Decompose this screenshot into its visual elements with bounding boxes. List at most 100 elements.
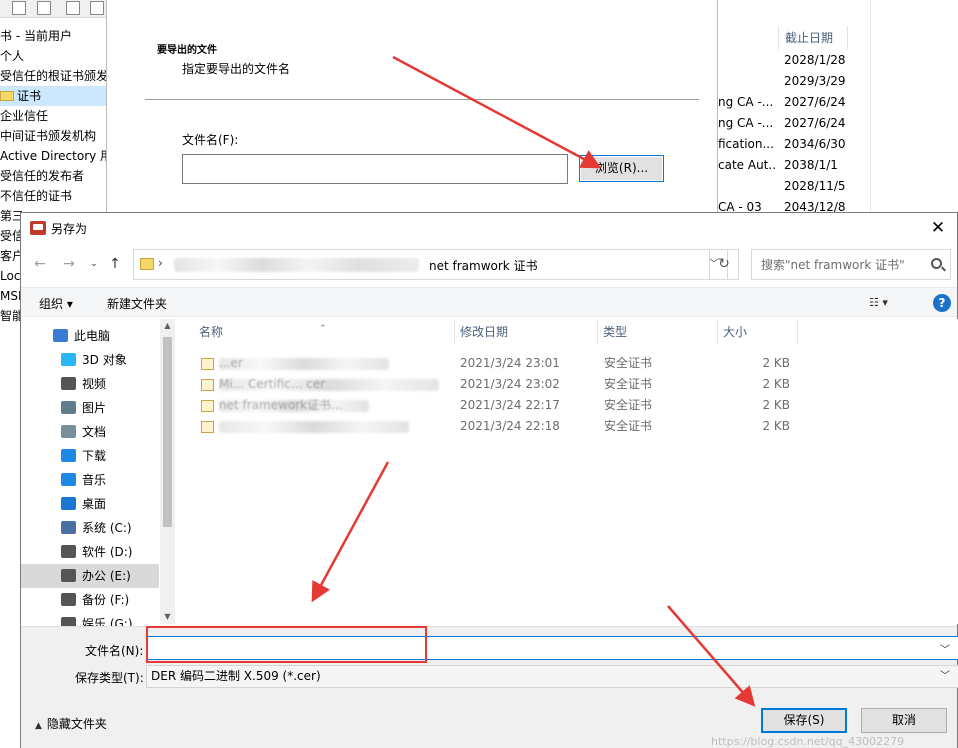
cancel-button[interactable]: 取消 [861, 708, 947, 733]
search-input[interactable] [752, 250, 922, 279]
refresh-icon[interactable]: ↻ [709, 249, 739, 280]
nav-item-label: 3D 对象 [82, 353, 127, 367]
nav-item[interactable]: 文档 [21, 420, 159, 444]
file-row[interactable]: ...er 2021/3/24 23:01 安全证书 2 KB [179, 353, 958, 374]
expiry-column-header[interactable]: 截止日期 [778, 26, 848, 50]
browse-button[interactable]: 浏览(R)... [579, 155, 664, 182]
drive-icon [61, 593, 76, 606]
recent-locations-chevron-icon[interactable]: ⌄ [83, 254, 105, 274]
copy-icon[interactable] [90, 1, 104, 15]
up-arrow-icon[interactable]: ↑ [104, 254, 126, 274]
column-divider[interactable] [797, 319, 798, 345]
file-row[interactable]: net framework证书... 2021/3/24 22:17 安全证书 2 K… [179, 395, 958, 416]
tree-item[interactable]: Loca [0, 266, 22, 286]
nav-item[interactable]: 音乐 [21, 468, 159, 492]
breadcrumb-separator-icon[interactable]: › [158, 256, 163, 270]
certificate-row[interactable]: 2028/11/5 [718, 176, 858, 197]
tree-item-label: 个人 [0, 49, 25, 63]
certificate-row[interactable]: 2029/3/29 [718, 71, 858, 92]
filename-dropdown-chevron-icon[interactable]: ﹀ [940, 641, 950, 656]
nav-item-label: 文档 [82, 425, 107, 439]
tree-item-label: 智能 [0, 309, 22, 323]
save-type-select[interactable]: DER 编码二进制 X.509 (*.cer) ﹀ [146, 665, 958, 688]
nav-item[interactable]: 3D 对象 [21, 348, 159, 372]
folder-icon [140, 258, 154, 270]
file-size: 2 KB [762, 356, 790, 370]
nav-item-label: 软件 (D:) [82, 545, 133, 559]
close-icon[interactable]: ✕ [925, 216, 951, 240]
nav-item[interactable]: 此电脑 [21, 324, 159, 348]
address-bar[interactable]: › net framwork 证书 ﹀ [133, 249, 728, 280]
tree-item-label: 不信任的证书 [0, 189, 73, 203]
scroll-down-icon[interactable]: ▼ [160, 610, 175, 624]
tree-item[interactable]: 智能 [0, 306, 22, 326]
list-icon[interactable] [37, 1, 51, 15]
view-options-icon[interactable]: ☷ ▾ [869, 296, 909, 311]
modified-column-header[interactable]: 修改日期 [454, 319, 597, 345]
tree-item[interactable]: 企业信任 [0, 106, 106, 126]
wizard-filename-label: 文件名(F): [182, 133, 239, 147]
certificate-export-wizard: 要导出的文件 指定要导出的文件名 文件名(F): 浏览(R)... [106, 0, 718, 214]
search-icon[interactable] [931, 258, 942, 269]
nav-item[interactable]: 办公 (E:) [21, 564, 159, 588]
tree-item[interactable]: Active Directory 用 [0, 146, 106, 166]
file-size: 2 KB [762, 377, 790, 391]
file-row[interactable]: Mi... Certific... cer 2021/3/24 23:02 安全证书… [179, 374, 958, 395]
expiry-cell: 2034/6/30 [784, 137, 846, 151]
save-type-chevron-icon[interactable]: ﹀ [940, 666, 950, 687]
watermark: https://blog.csdn.net/qq_43002279 [711, 735, 905, 748]
certificate-row[interactable]: fication... 2034/6/30 [718, 134, 858, 155]
wizard-heading: 要导出的文件 [157, 45, 217, 56]
save-button[interactable]: 保存(S) [761, 708, 847, 733]
certificate-row[interactable]: ng CA -... 2027/6/24 [718, 92, 858, 113]
nav-item[interactable]: 桌面 [21, 492, 159, 516]
tree-item[interactable]: 个人 [0, 46, 106, 66]
size-column-header[interactable]: 大小 [717, 319, 797, 345]
tree-item[interactable]: 受信 [0, 226, 22, 246]
nav-item[interactable]: 系统 (C:) [21, 516, 159, 540]
title-bar[interactable]: 另存为 ✕ [21, 213, 957, 243]
new-folder-button[interactable]: 新建文件夹 [107, 295, 167, 312]
back-arrow-icon[interactable]: ← [29, 254, 51, 274]
hide-folders-label: 隐藏文件夹 [46, 717, 107, 731]
tree-item-label: 受信 [0, 229, 22, 243]
breadcrumb-current[interactable]: net framwork 证书 [429, 257, 538, 274]
search-box[interactable] [751, 249, 951, 280]
cut-icon[interactable] [66, 1, 80, 15]
file-type: 安全证书 [604, 419, 653, 433]
nav-item[interactable]: 软件 (D:) [21, 540, 159, 564]
file-size: 2 KB [762, 419, 790, 433]
tree-item[interactable]: 不信任的证书 [0, 186, 106, 206]
tree-item-label: 企业信任 [0, 109, 49, 123]
nav-item[interactable]: 备份 (F:) [21, 588, 159, 612]
forward-arrow-icon[interactable]: → [58, 254, 80, 274]
wizard-filename-input[interactable] [182, 154, 568, 184]
organize-menu[interactable]: 组织 ▾ [39, 295, 73, 312]
tree-item-label: 受信任的根证书颁发 [0, 69, 106, 83]
nav-item[interactable]: 视频 [21, 372, 159, 396]
nav-item[interactable]: 下载 [21, 444, 159, 468]
tree-item[interactable]: 第三 [0, 206, 22, 226]
nav-scrollbar[interactable]: ▲ ▼ [160, 319, 175, 624]
scroll-thumb[interactable] [163, 337, 172, 527]
certificate-row[interactable]: 2028/1/28 [718, 50, 858, 71]
save-as-dialog: 另存为 ✕ ← → ⌄ ↑ › net framwork 证书 ﹀ ↻ 组织 ▾… [20, 212, 958, 748]
nav-item[interactable]: 图片 [21, 396, 159, 420]
certificate-row[interactable]: ng CA -... 2027/6/24 [718, 113, 858, 134]
hide-folders-toggle[interactable]: ▲ 隐藏文件夹 [35, 715, 107, 732]
type-column-header[interactable]: 类型 [597, 319, 717, 345]
tree-item[interactable]: MSI [0, 286, 22, 306]
properties-icon[interactable] [12, 1, 26, 15]
file-row[interactable]: 2021/3/24 22:18 安全证书 2 KB [179, 416, 958, 437]
tree-item[interactable]: 受信任的发布者 [0, 166, 106, 186]
certificate-row[interactable]: cate Aut... 2038/1/1 [718, 155, 858, 176]
scroll-up-icon[interactable]: ▲ [160, 319, 175, 333]
tree-item[interactable]: 受信任的根证书颁发 [0, 66, 106, 86]
tree-item[interactable]: 客户 [0, 246, 22, 266]
tree-item[interactable]: 证书 [0, 86, 106, 106]
download-icon [61, 449, 76, 462]
tree-item[interactable]: 中间证书颁发机构 [0, 126, 106, 146]
name-column-header[interactable]: ⌃ 名称 [179, 319, 454, 345]
help-icon[interactable]: ? [933, 294, 951, 312]
tree-item[interactable]: 书 - 当前用户 [0, 26, 106, 46]
